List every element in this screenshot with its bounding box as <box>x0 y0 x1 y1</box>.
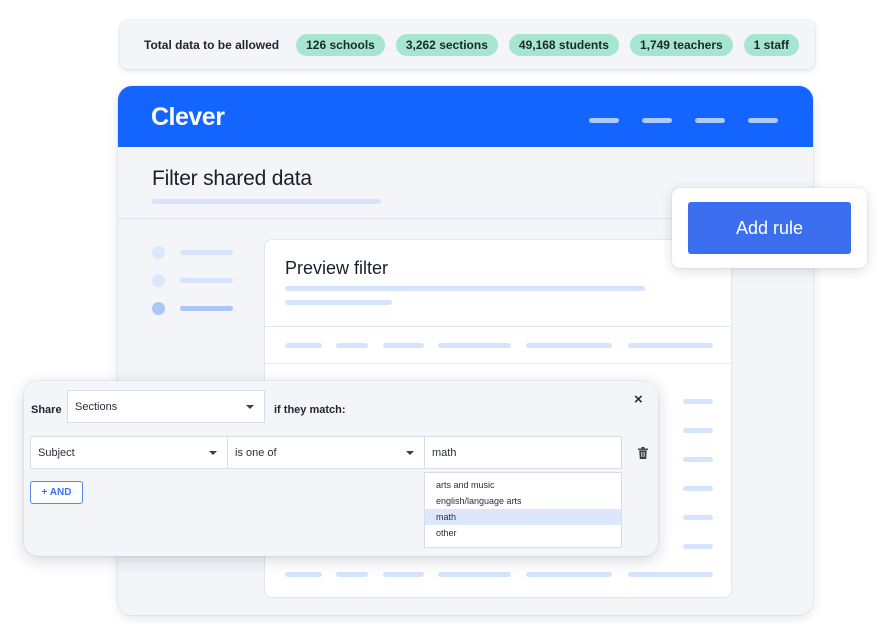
match-label: if they match: <box>274 404 346 416</box>
sections-count-badge: 3,262 sections <box>395 33 498 56</box>
page-title: Filter shared data <box>152 167 312 190</box>
value-input[interactable]: math <box>424 436 622 469</box>
sidebar-item-icon[interactable] <box>152 246 165 259</box>
teachers-count-badge: 1,749 teachers <box>629 33 733 56</box>
table-cell-placeholder <box>628 572 713 577</box>
column-header-placeholder <box>438 343 511 348</box>
dropdown-option[interactable]: other <box>425 525 621 541</box>
share-label: Share <box>31 404 62 416</box>
sidebar-item-placeholder[interactable] <box>180 278 233 283</box>
preview-title: Preview filter <box>285 258 389 278</box>
column-header-placeholder <box>383 343 424 348</box>
table-cell-placeholder <box>683 399 713 404</box>
table-cell-placeholder <box>683 544 713 549</box>
divider <box>265 326 731 327</box>
column-header-placeholder <box>285 343 322 348</box>
table-cell-placeholder <box>383 572 424 577</box>
column-header-placeholder <box>526 343 612 348</box>
share-type-value: Sections <box>75 400 118 413</box>
add-rule-card: Add rule <box>672 188 867 268</box>
table-cell-placeholder <box>438 572 511 577</box>
table-cell-placeholder <box>336 572 368 577</box>
dropdown-option[interactable]: arts and music <box>425 477 621 493</box>
app-header: Clever <box>118 86 813 147</box>
operator-value: is one of <box>235 446 277 459</box>
chevron-down-icon <box>406 451 414 455</box>
field-value: Subject <box>38 446 75 459</box>
totals-label: Total data to be allowed <box>144 37 280 52</box>
table-cell-placeholder <box>526 572 612 577</box>
table-cell-placeholder <box>285 572 322 577</box>
sidebar-item-icon-active[interactable] <box>152 302 165 315</box>
add-rule-button[interactable]: Add rule <box>688 202 851 254</box>
operator-select[interactable]: is one of <box>227 436 425 469</box>
divider <box>265 363 731 364</box>
table-cell-placeholder <box>683 515 713 520</box>
column-header-placeholder <box>628 343 713 348</box>
text-placeholder <box>152 199 381 204</box>
dropdown-option[interactable]: english/language arts <box>425 493 621 509</box>
dropdown-option-selected[interactable]: math <box>425 509 621 525</box>
share-type-select[interactable]: Sections <box>67 390 265 423</box>
add-and-condition-button[interactable]: + AND <box>30 481 83 504</box>
schools-count-badge: 126 schools <box>296 33 385 56</box>
value-options-dropdown: arts and music english/language arts mat… <box>424 472 622 548</box>
column-header-placeholder <box>336 343 368 348</box>
nav-item-placeholder[interactable] <box>589 118 619 123</box>
data-totals-bar: Total data to be allowed 126 schools 3,2… <box>120 20 815 69</box>
sidebar-item-placeholder[interactable] <box>180 250 233 255</box>
chevron-down-icon <box>209 451 217 455</box>
value-input-text: math <box>432 446 457 459</box>
chevron-down-icon <box>246 405 254 409</box>
nav-item-placeholder[interactable] <box>695 118 725 123</box>
trash-icon[interactable] <box>638 447 648 459</box>
staff-count-badge: 1 staff <box>743 33 800 56</box>
filter-rule-dialog: Share Sections if they match: × Subject … <box>24 381 658 556</box>
sidebar-item-icon[interactable] <box>152 274 165 287</box>
text-placeholder <box>285 286 645 291</box>
clever-logo[interactable]: Clever <box>151 103 225 132</box>
nav-item-placeholder[interactable] <box>748 118 778 123</box>
text-placeholder <box>285 300 392 305</box>
table-cell-placeholder <box>683 428 713 433</box>
table-cell-placeholder <box>683 457 713 462</box>
field-select[interactable]: Subject <box>30 436 228 469</box>
table-cell-placeholder <box>683 486 713 491</box>
students-count-badge: 49,168 students <box>508 33 619 56</box>
nav-item-placeholder[interactable] <box>642 118 672 123</box>
close-icon[interactable]: × <box>634 392 643 407</box>
sidebar-item-placeholder-active[interactable] <box>180 306 233 311</box>
